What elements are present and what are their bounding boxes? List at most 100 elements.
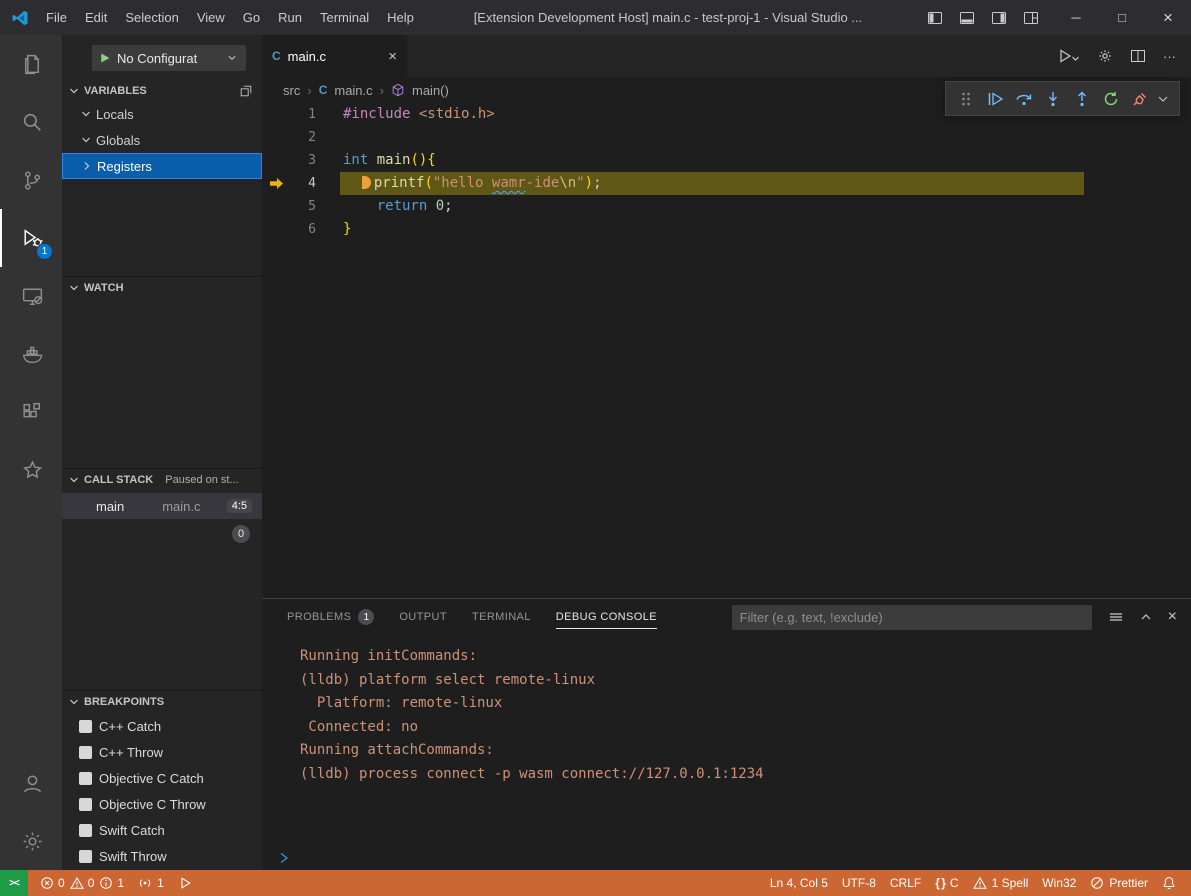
breakpoint-checkbox[interactable]	[79, 798, 92, 811]
breakpoint-item[interactable]: Objective C Throw	[62, 791, 262, 817]
toggle-sidebar-icon[interactable]	[927, 10, 943, 26]
step-into-icon[interactable]	[1042, 87, 1064, 111]
menu-selection[interactable]: Selection	[116, 0, 187, 35]
code-text[interactable]: return 0;	[316, 195, 1191, 218]
step-over-icon[interactable]	[1013, 87, 1035, 111]
menu-view[interactable]: View	[188, 0, 234, 35]
accounts-icon[interactable]	[0, 754, 62, 812]
code-line[interactable]: 6}	[262, 218, 1191, 241]
more-actions-icon[interactable]: ···	[1163, 49, 1176, 64]
settings-gear-icon[interactable]	[0, 812, 62, 870]
close-tab-icon[interactable]: ×	[388, 48, 397, 65]
code-text[interactable]: }	[316, 218, 1191, 241]
maximize-panel-icon[interactable]	[1139, 610, 1153, 624]
breakpoint-item[interactable]: Objective C Catch	[62, 765, 262, 791]
call-stack-section-header[interactable]: CALL STACK Paused on st...	[62, 468, 262, 491]
problems-status[interactable]: 0 0 1	[28, 870, 131, 896]
ports-status[interactable]: 1	[131, 870, 171, 896]
code-text[interactable]	[316, 126, 1191, 149]
breakpoint-item[interactable]: Swift Throw	[62, 843, 262, 869]
menu-edit[interactable]: Edit	[76, 0, 116, 35]
remote-indicator[interactable]: ><	[0, 870, 28, 896]
menu-run[interactable]: Run	[269, 0, 311, 35]
disconnect-dropdown-icon[interactable]	[1158, 95, 1170, 103]
call-stack-frame[interactable]: main main.c 4:5	[62, 493, 262, 519]
close-button[interactable]: ×	[1145, 0, 1191, 35]
split-editor-icon[interactable]	[1130, 48, 1146, 64]
close-panel-icon[interactable]: ×	[1168, 608, 1177, 626]
code-line[interactable]: 5 return 0;	[262, 195, 1191, 218]
errors-count: 0	[40, 876, 65, 890]
variables-item-locals[interactable]: Locals	[62, 101, 262, 127]
breakpoint-checkbox[interactable]	[79, 772, 92, 785]
code-text[interactable]: int main(){	[316, 149, 1191, 172]
menu-terminal[interactable]: Terminal	[311, 0, 378, 35]
panel-tab-terminal[interactable]: TERMINAL	[472, 599, 531, 635]
console-output: Running initCommands:(lldb) platform sel…	[300, 645, 1171, 786]
run-or-debug-icon[interactable]	[1058, 48, 1080, 64]
extensions-icon[interactable]	[0, 383, 62, 441]
breakpoint-checkbox[interactable]	[79, 746, 92, 759]
explorer-icon[interactable]	[0, 35, 62, 93]
step-out-icon[interactable]	[1071, 87, 1093, 111]
debug-current-line-arrow-icon[interactable]	[262, 177, 290, 190]
console-actions-icon[interactable]	[1108, 609, 1124, 625]
breadcrumb-symbol[interactable]: main()	[412, 83, 449, 98]
continue-icon[interactable]	[984, 87, 1006, 111]
menu-go[interactable]: Go	[234, 0, 269, 35]
code-line[interactable]: 4 printf("hello wamr-ide\n");	[262, 172, 1191, 195]
language-mode[interactable]: { } C	[928, 876, 965, 890]
maximize-button[interactable]: □	[1099, 0, 1145, 35]
code-line[interactable]: 2	[262, 126, 1191, 149]
formatter-status[interactable]: Prettier	[1083, 876, 1155, 890]
panel-tab-debug-console[interactable]: DEBUG CONSOLE	[556, 599, 657, 635]
docker-icon[interactable]	[0, 325, 62, 383]
breadcrumb-file[interactable]: main.c	[334, 83, 372, 98]
star-icon[interactable]	[0, 441, 62, 499]
breakpoint-item[interactable]: Swift Catch	[62, 817, 262, 843]
breakpoint-checkbox[interactable]	[79, 850, 92, 863]
notifications-bell-icon[interactable]	[1155, 876, 1183, 890]
breakpoint-item[interactable]: C++ Catch	[62, 713, 262, 739]
breakpoint-checkbox[interactable]	[79, 720, 92, 733]
breakpoint-checkbox[interactable]	[79, 824, 92, 837]
breadcrumb-separator: ›	[380, 83, 384, 98]
watch-section-header[interactable]: WATCH	[62, 276, 262, 299]
console-filter-input[interactable]	[732, 605, 1092, 630]
variables-section-header[interactable]: VARIABLES	[62, 79, 262, 102]
cursor-position[interactable]: Ln 4, Col 5	[763, 876, 835, 890]
settings-gear-icon[interactable]	[1097, 48, 1113, 64]
disconnect-icon[interactable]	[1129, 87, 1151, 111]
code-text[interactable]: printf("hello wamr-ide\n");	[316, 172, 1191, 195]
drag-handle-icon[interactable]	[955, 87, 977, 111]
panel-tab-output[interactable]: OUTPUT	[399, 599, 447, 635]
toggle-panel-icon[interactable]	[959, 10, 975, 26]
console-input-prompt[interactable]	[278, 852, 290, 864]
menu-file[interactable]: File	[37, 0, 76, 35]
search-icon[interactable]	[0, 93, 62, 151]
run-and-debug-icon[interactable]: 1	[0, 209, 62, 267]
debug-configuration-dropdown[interactable]: No Configurat	[92, 45, 246, 71]
variables-item-globals[interactable]: Globals	[62, 127, 262, 153]
customize-layout-icon[interactable]	[1023, 10, 1039, 26]
spell-status[interactable]: 1 Spell	[966, 876, 1036, 890]
remote-explorer-icon[interactable]	[0, 267, 62, 325]
restart-icon[interactable]	[1100, 87, 1122, 111]
minimize-button[interactable]: ─	[1053, 0, 1099, 35]
source-control-icon[interactable]	[0, 151, 62, 209]
eol-sequence[interactable]: CRLF	[883, 876, 928, 890]
panel-tab-problems[interactable]: PROBLEMS1	[287, 599, 374, 635]
breakpoints-section-header[interactable]: BREAKPOINTS	[62, 690, 262, 713]
breadcrumb-folder[interactable]: src	[283, 83, 300, 98]
debug-session-status[interactable]	[171, 870, 199, 896]
start-debug-icon[interactable]	[99, 52, 111, 64]
toggle-secondary-sidebar-icon[interactable]	[991, 10, 1007, 26]
variables-item-registers[interactable]: Registers	[62, 153, 262, 179]
tab-main-c[interactable]: C main.c ×	[262, 35, 407, 77]
menu-help[interactable]: Help	[378, 0, 423, 35]
platform[interactable]: Win32	[1035, 876, 1083, 890]
encoding[interactable]: UTF-8	[835, 876, 883, 890]
collapse-all-icon[interactable]	[239, 84, 262, 98]
code-line[interactable]: 3int main(){	[262, 149, 1191, 172]
breakpoint-item[interactable]: C++ Throw	[62, 739, 262, 765]
